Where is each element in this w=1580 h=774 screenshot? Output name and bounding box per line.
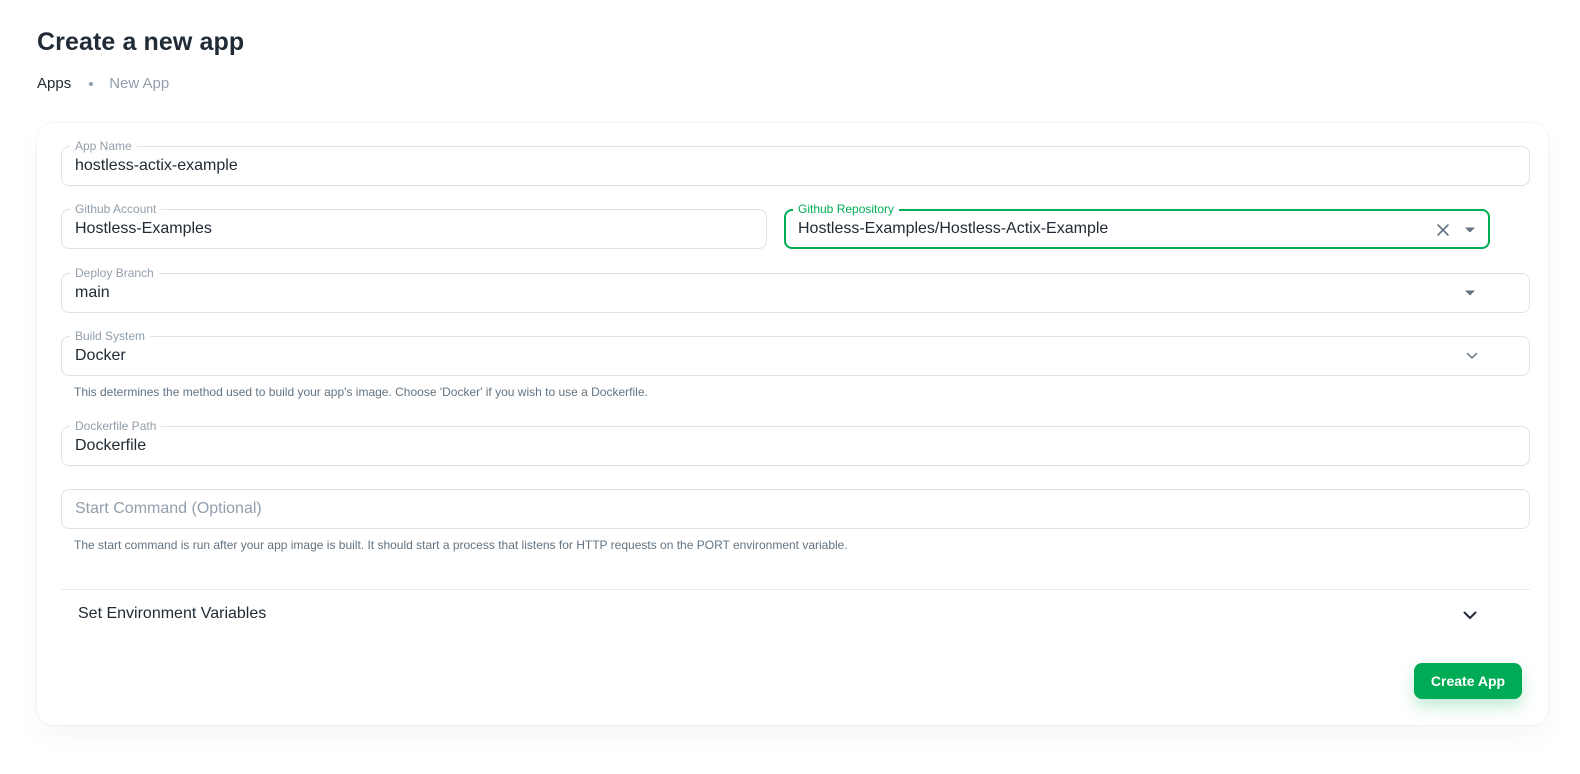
github-repository-field[interactable]: Github Repository Hostless-Examples/Host… [784,201,1490,249]
deploy-branch-field[interactable]: Deploy Branch main [61,265,1530,313]
env-vars-accordion-label: Set Environment Variables [78,605,267,622]
close-icon[interactable] [1434,221,1452,239]
deploy-branch-input[interactable]: main [75,283,110,303]
breadcrumb-apps-link[interactable]: Apps [37,75,71,92]
start-command-input[interactable]: Start Command (Optional) [75,499,262,519]
env-vars-accordion[interactable]: Set Environment Variables [61,590,1530,640]
app-name-label: App Name [70,138,137,154]
start-command-field[interactable]: Start Command (Optional) [61,489,1530,529]
dockerfile-path-label: Dockerfile Path [70,418,162,434]
github-account-field[interactable]: Github Account Hostless-Examples [61,201,767,249]
github-repository-label: Github Repository [793,201,900,217]
build-system-select[interactable]: Build System Docker [61,328,1530,376]
chevron-down-icon[interactable] [1465,349,1479,363]
breadcrumb: Apps New App [37,75,169,92]
deploy-branch-label: Deploy Branch [70,265,159,281]
github-account-label: Github Account [70,201,162,217]
github-account-input[interactable]: Hostless-Examples [75,219,212,239]
dockerfile-path-field[interactable]: Dockerfile Path Dockerfile [61,418,1530,466]
caret-down-icon[interactable] [1461,221,1479,239]
breadcrumb-current: New App [109,75,170,92]
app-name-input[interactable]: hostless-actix-example [75,156,238,176]
build-system-label: Build System [70,328,151,344]
build-system-helper-text: This determines the method used to build… [74,385,648,399]
start-command-helper-text: The start command is run after your app … [74,538,848,552]
dockerfile-path-input[interactable]: Dockerfile [75,436,146,456]
github-repository-input[interactable]: Hostless-Examples/Hostless-Actix-Example [798,219,1108,239]
chevron-down-icon[interactable] [1461,606,1479,624]
page-title: Create a new app [37,28,245,56]
build-system-value[interactable]: Docker [75,346,126,366]
caret-down-icon[interactable] [1461,284,1479,302]
app-name-field[interactable]: App Name hostless-actix-example [61,138,1530,186]
create-app-button[interactable]: Create App [1414,663,1522,699]
breadcrumb-separator [89,81,94,86]
